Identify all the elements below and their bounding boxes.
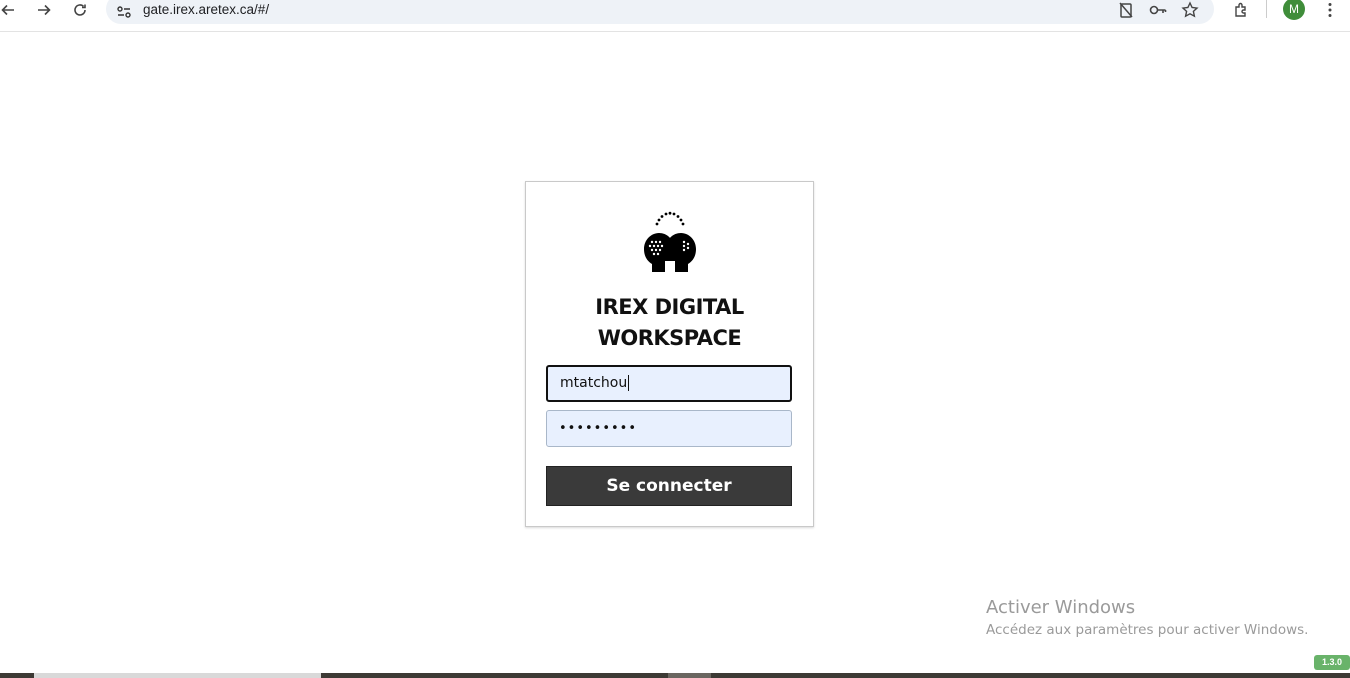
- password-value: •••••••••: [559, 421, 638, 436]
- reload-icon[interactable]: [68, 0, 92, 20]
- address-bar[interactable]: gate.irex.aretex.ca/#/: [106, 0, 1214, 24]
- forward-icon[interactable]: [32, 0, 56, 20]
- login-button[interactable]: Se connecter: [546, 466, 792, 506]
- app-title-line1: IREX DIGITAL: [595, 295, 744, 319]
- toolbar-divider: [1266, 0, 1267, 18]
- url-text[interactable]: gate.irex.aretex.ca/#/: [143, 2, 269, 17]
- app-title-line2: WORKSPACE: [597, 326, 742, 350]
- more-icon[interactable]: [1318, 0, 1342, 20]
- extensions-icon[interactable]: [1229, 0, 1253, 20]
- text-caret: [628, 375, 630, 391]
- activation-watermark-subtitle: Accédez aux paramètres pour activer Wind…: [986, 622, 1309, 638]
- back-icon[interactable]: [0, 0, 20, 20]
- activation-watermark-title: Activer Windows: [986, 597, 1136, 618]
- password-input[interactable]: •••••••••: [546, 410, 792, 447]
- login-card: IREX DIGITAL WORKSPACE mtatchou ••••••••…: [525, 181, 814, 527]
- star-icon[interactable]: [1181, 1, 1199, 19]
- two-heads-icon: [638, 210, 702, 274]
- username-value: mtatchou: [560, 375, 628, 391]
- taskbar-app[interactable]: [668, 673, 711, 678]
- profile-initial: M: [1289, 2, 1299, 16]
- taskbar-search[interactable]: [34, 673, 321, 678]
- site-info-icon[interactable]: [116, 4, 132, 20]
- key-icon[interactable]: [1149, 1, 1167, 19]
- username-input[interactable]: mtatchou: [546, 365, 792, 402]
- browser-toolbar: gate.irex.aretex.ca/#/ M: [0, 0, 1350, 32]
- profile-avatar[interactable]: M: [1283, 0, 1305, 20]
- version-badge: 1.3.0: [1314, 655, 1350, 670]
- app-title: IREX DIGITAL WORKSPACE: [526, 292, 813, 354]
- no-clipboard-icon[interactable]: [1117, 1, 1135, 19]
